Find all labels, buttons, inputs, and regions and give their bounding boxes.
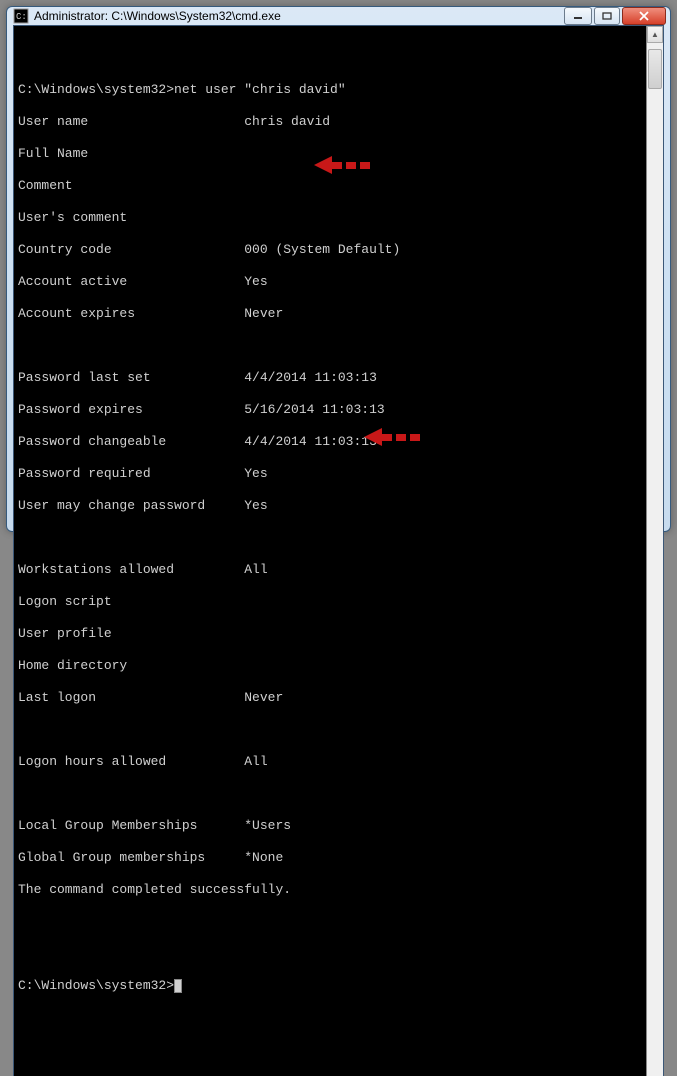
label: Account expires [18,306,135,321]
label: Global Group memberships [18,850,205,865]
label: Password changeable [18,434,166,449]
label: User's comment [18,210,127,225]
prompt: C:\Windows\system32> [18,978,174,993]
label: Password last set [18,370,151,385]
window-buttons [562,7,666,25]
cursor [174,979,182,993]
scroll-up-button[interactable]: ▲ [647,26,663,43]
label: Logon hours allowed [18,754,166,769]
label: Local Group Memberships [18,818,197,833]
value: chris david [244,114,330,129]
value: Yes [244,498,267,513]
value: *Users [244,818,291,833]
maximize-button[interactable] [594,7,620,25]
value: All [244,754,267,769]
label: User name [18,114,88,129]
label: User may change password [18,498,205,513]
scroll-thumb[interactable] [648,49,662,89]
value: Never [244,306,283,321]
label: Password required [18,466,151,481]
prompt: C:\Windows\system32> [18,82,174,97]
completed-text: The command completed successfully. [18,882,291,897]
value: Yes [244,466,267,481]
label: Account active [18,274,127,289]
value: All [244,562,267,577]
close-button[interactable] [622,7,666,25]
value: 000 (System Default) [244,242,400,257]
scroll-track[interactable] [647,43,663,1076]
value: Yes [244,274,267,289]
cmd-window: C: Administrator: C:\Windows\System32\cm… [6,6,671,532]
label: Logon script [18,594,112,609]
command-text: net user "chris david" [174,82,346,97]
label: Full Name [18,146,88,161]
value: *None [244,850,283,865]
value: 4/4/2014 11:03:13 [244,434,377,449]
window-title: Administrator: C:\Windows\System32\cmd.e… [34,9,562,23]
label: Workstations allowed [18,562,174,577]
vertical-scrollbar[interactable]: ▲ ▼ [646,26,663,1076]
value: 4/4/2014 11:03:13 [244,370,377,385]
label: Last logon [18,690,96,705]
title-bar[interactable]: C: Administrator: C:\Windows\System32\cm… [7,7,670,25]
value: 5/16/2014 11:03:13 [244,402,384,417]
label: User profile [18,626,112,641]
cmd-icon: C: [13,8,29,24]
minimize-button[interactable] [564,7,592,25]
terminal-output[interactable]: C:\Windows\system32>net user "chris davi… [14,26,646,1076]
value: Never [244,690,283,705]
svg-text:C:: C: [16,12,27,22]
label: Password expires [18,402,143,417]
label: Country code [18,242,112,257]
label: Comment [18,178,73,193]
label: Home directory [18,658,127,673]
client-area: C:\Windows\system32>net user "chris davi… [13,25,664,1076]
